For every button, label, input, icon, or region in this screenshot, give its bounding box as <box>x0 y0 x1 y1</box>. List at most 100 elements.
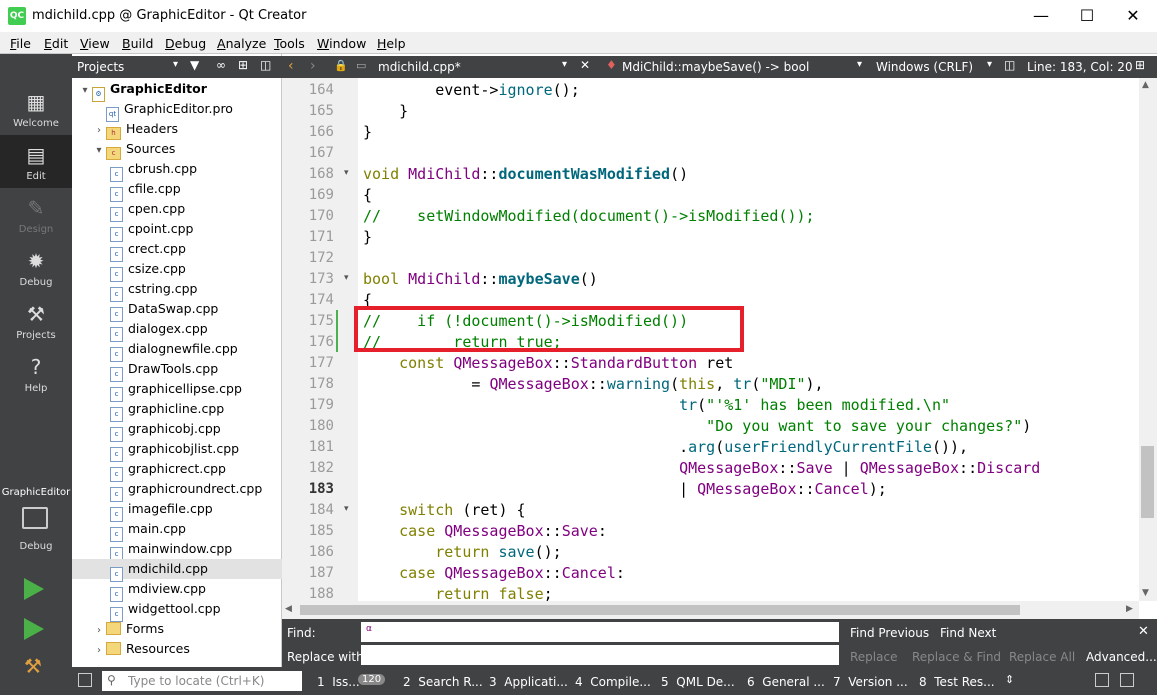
tree-item[interactable]: › Resources <box>72 639 282 659</box>
output-pane-tab[interactable]: 1 Iss... <box>317 675 360 689</box>
tree-item[interactable]: › h Headers <box>72 119 282 141</box>
scroll-down-icon[interactable]: ▼ <box>1142 588 1149 598</box>
tree-item[interactable]: c csize.cpp <box>72 259 282 282</box>
code-line[interactable]: } <box>363 101 408 122</box>
mode-design[interactable]: ✎ Design <box>0 188 72 241</box>
tree-item[interactable]: c crect.cpp <box>72 239 282 262</box>
expand-arrow-icon[interactable]: › <box>92 121 106 141</box>
mode-edit[interactable]: ▤ Edit <box>0 135 72 188</box>
tree-item[interactable]: c graphicobj.cpp <box>72 419 282 442</box>
mode-welcome[interactable]: ▦ Welcome <box>0 82 72 135</box>
tree-item[interactable]: c cpen.cpp <box>72 199 282 222</box>
close-pane-icon[interactable]: ◫ <box>260 58 271 72</box>
code-line[interactable]: return save(); <box>363 542 561 563</box>
code-line[interactable]: void MdiChild::documentWasModified() <box>363 164 688 185</box>
scroll-left-icon[interactable]: ◀ <box>285 604 292 614</box>
menu-help[interactable]: Help <box>377 36 406 51</box>
hammer-icon[interactable]: ⚒ <box>24 655 46 677</box>
tree-item[interactable]: c graphicrect.cpp <box>72 459 282 482</box>
code-line[interactable]: | QMessageBox::Cancel); <box>363 479 887 500</box>
menu-debug[interactable]: Debug <box>165 36 206 51</box>
replace-button[interactable]: Replace <box>850 650 897 664</box>
symbol-dropdown-icon[interactable]: ▾ <box>857 59 862 70</box>
expand-arrow-icon[interactable]: ▾ <box>92 141 106 161</box>
encoding-dropdown-icon[interactable]: ▾ <box>987 59 992 70</box>
tree-item[interactable]: c dialogex.cpp <box>72 319 282 342</box>
scroll-up-icon[interactable]: ▲ <box>1142 80 1149 90</box>
code-line[interactable]: // setWindowModified(document()->isModif… <box>363 206 815 227</box>
tree-item[interactable]: c main.cpp <box>72 519 282 542</box>
mode-debug[interactable]: ✹ Debug <box>0 241 72 294</box>
replace-all-button[interactable]: Replace All <box>1009 650 1075 664</box>
output-pane-tab[interactable]: 3 Applicati... <box>489 675 568 689</box>
menu-edit[interactable]: Edit <box>44 36 68 51</box>
tree-item[interactable]: c DrawTools.cpp <box>72 359 282 382</box>
menu-file[interactable]: File <box>10 36 31 51</box>
tree-item[interactable]: c imagefile.cpp <box>72 499 282 522</box>
monitor-icon[interactable] <box>22 507 48 529</box>
menu-view[interactable]: View <box>80 36 110 51</box>
code-line[interactable]: } <box>363 227 372 248</box>
replace-input[interactable] <box>361 645 839 665</box>
split-editor-icon[interactable]: ◫ <box>1004 58 1015 72</box>
replace-find-button[interactable]: Replace & Find <box>912 650 1001 664</box>
tree-item[interactable]: c cpoint.cpp <box>72 219 282 242</box>
code-line[interactable]: event->ignore(); <box>363 80 580 101</box>
code-line[interactable]: .arg(userFriendlyCurrentFile()), <box>363 437 968 458</box>
tree-item[interactable]: c graphicline.cpp <box>72 399 282 422</box>
file-dropdown-icon[interactable]: ▾ <box>562 59 567 70</box>
tree-item[interactable]: ▾ ⚙ GraphicEditor <box>72 79 282 102</box>
menu-tools[interactable]: Tools <box>274 36 305 51</box>
code-line[interactable]: tr("'%1' has been modified.\n" <box>363 395 950 416</box>
fold-marker-icon[interactable]: ▾ <box>344 273 349 283</box>
maximize-pane-icon[interactable] <box>1120 673 1134 687</box>
filter-icon[interactable]: ▼ <box>190 58 199 72</box>
view-dropdown-icon[interactable]: ▾ <box>173 59 178 70</box>
output-pane-tab[interactable]: 4 Compile... <box>575 675 651 689</box>
back-icon[interactable]: ‹ <box>288 58 294 74</box>
expand-arrow-icon[interactable]: › <box>92 621 106 641</box>
mode-help[interactable]: ? Help <box>0 347 72 400</box>
link-icon[interactable]: ∞ <box>216 58 226 72</box>
code-line[interactable]: } <box>363 122 372 143</box>
forward-icon[interactable]: › <box>310 58 316 74</box>
output-pane-tab[interactable]: 7 Version ... <box>833 675 908 689</box>
output-pane-tab[interactable]: 8 Test Res... <box>919 675 995 689</box>
tree-item[interactable]: c DataSwap.cpp <box>72 299 282 322</box>
tree-item[interactable]: c graphicobjlist.cpp <box>72 439 282 462</box>
find-next-button[interactable]: Find Next <box>940 626 996 640</box>
tree-item[interactable]: c cbrush.cpp <box>72 159 282 182</box>
vertical-scrollbar-thumb[interactable] <box>1141 446 1154 518</box>
find-input[interactable]: α <box>361 622 839 642</box>
close-find-icon[interactable]: ✕ <box>1138 624 1149 639</box>
tree-item[interactable]: c cfile.cpp <box>72 179 282 202</box>
run-icon[interactable] <box>24 578 44 600</box>
symbol-selector[interactable]: MdiChild::maybeSave() -> bool <box>622 60 809 74</box>
split-icon[interactable]: ⊞ <box>238 58 248 72</box>
panes-menu-icon[interactable]: ⇕ <box>1005 673 1014 686</box>
expand-arrow-icon[interactable]: ▾ <box>78 81 92 101</box>
tree-item[interactable]: ▾ c Sources <box>72 139 282 161</box>
locator-input[interactable]: ⚲ Type to locate (Ctrl+K) <box>102 671 302 691</box>
open-file-name[interactable]: mdichild.cpp* <box>378 60 461 74</box>
tree-item[interactable]: c dialognewfile.cpp <box>72 339 282 362</box>
code-line[interactable]: = QMessageBox::warning(this, tr("MDI"), <box>363 374 823 395</box>
fold-marker-icon[interactable]: ▾ <box>344 168 349 178</box>
vertical-scrollbar[interactable] <box>1139 78 1157 601</box>
code-line[interactable]: const QMessageBox::StandardButton ret <box>363 353 733 374</box>
code-line[interactable]: QMessageBox::Save | QMessageBox::Discard <box>363 458 1040 479</box>
code-line[interactable]: bool MdiChild::maybeSave() <box>363 269 598 290</box>
menu-window[interactable]: Window <box>317 36 366 51</box>
close-icon[interactable]: ✕ <box>1110 0 1156 32</box>
tree-item[interactable]: c mainwindow.cpp <box>72 539 282 562</box>
minimize-icon[interactable]: — <box>1018 0 1064 32</box>
code-line[interactable]: switch (ret) { <box>363 500 525 521</box>
output-pane-tab[interactable]: 2 Search R... <box>403 675 483 689</box>
expand-arrow-icon[interactable]: › <box>92 641 106 661</box>
horizontal-scrollbar-thumb[interactable] <box>300 605 1020 615</box>
line-ending-selector[interactable]: Windows (CRLF) <box>876 60 973 74</box>
maximize-icon[interactable]: ☐ <box>1064 0 1110 32</box>
cursor-position[interactable]: Line: 183, Col: 20 <box>1027 60 1133 74</box>
code-line[interactable]: case QMessageBox::Cancel: <box>363 563 625 584</box>
find-previous-button[interactable]: Find Previous <box>850 626 929 640</box>
